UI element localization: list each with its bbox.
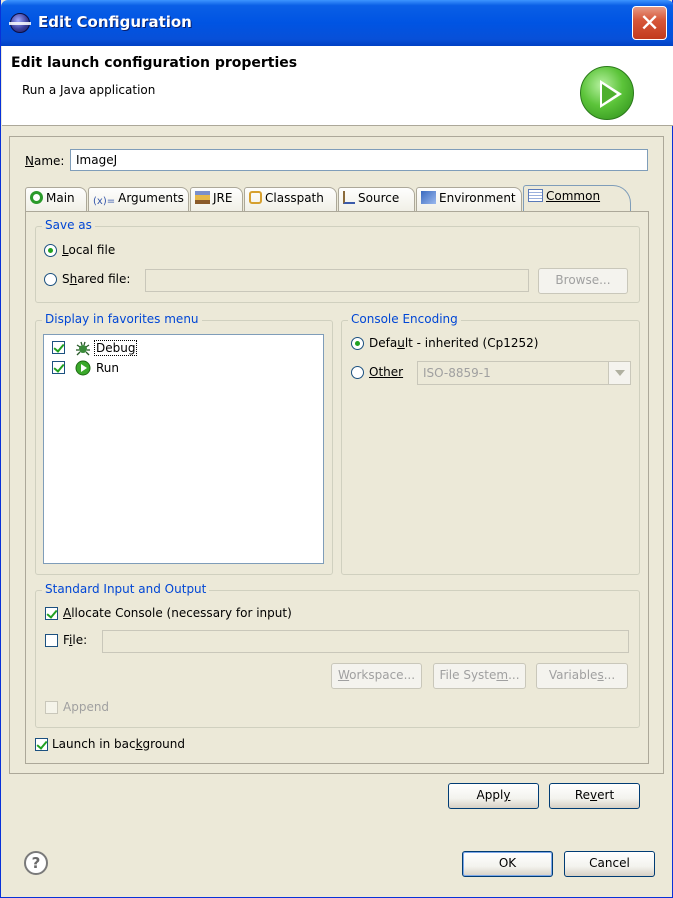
apply-button[interactable]: Apply — [448, 783, 539, 809]
tab-bar: Main (x)= Arguments JRE Classpath Source … — [25, 185, 649, 212]
default-encoding-radio[interactable] — [351, 337, 364, 350]
close-icon: ✕ — [639, 9, 660, 37]
debug-icon — [75, 340, 90, 356]
std-io-title: Standard Input and Output — [42, 582, 210, 596]
run-icon — [75, 360, 91, 376]
file-checkbox[interactable] — [45, 634, 58, 647]
default-encoding-label[interactable]: Default - inherited (Cp1252) — [369, 336, 538, 350]
local-file-radio[interactable] — [44, 244, 57, 257]
file-label[interactable]: File: — [63, 633, 87, 647]
browse-button[interactable]: Browse... — [538, 268, 628, 294]
variables-button[interactable]: Variables... — [536, 663, 628, 689]
run-checkbox[interactable] — [52, 361, 65, 374]
run-launch-icon — [580, 66, 634, 120]
edit-configuration-dialog: Edit Configuration ✕ Edit launch configu… — [0, 0, 673, 898]
cancel-button[interactable]: Cancel — [564, 851, 655, 877]
file-input[interactable] — [102, 630, 629, 653]
jre-icon — [195, 191, 210, 204]
debug-label[interactable]: Debug — [94, 340, 138, 356]
other-encoding-select[interactable] — [417, 361, 631, 385]
name-label: Name: — [25, 154, 65, 168]
ok-button[interactable]: OK — [462, 851, 553, 877]
file-system-button[interactable]: File System... — [433, 663, 526, 689]
shared-file-radio[interactable] — [44, 273, 57, 286]
append-checkbox[interactable] — [45, 701, 58, 714]
workspace-button[interactable]: Workspace... — [331, 663, 422, 689]
source-icon — [343, 191, 355, 204]
launch-background-checkbox[interactable] — [35, 738, 48, 751]
tab-jre[interactable]: JRE — [190, 187, 243, 212]
allocate-console-checkbox[interactable] — [45, 607, 58, 620]
tab-environment[interactable]: Environment — [416, 187, 522, 212]
chevron-down-icon[interactable] — [608, 362, 630, 384]
help-icon[interactable]: ? — [24, 851, 48, 875]
local-file-label[interactable]: Local file — [62, 243, 115, 257]
tab-arguments[interactable]: (x)= Arguments — [88, 187, 189, 212]
header-title: Edit launch configuration properties — [11, 55, 298, 71]
launch-background-label[interactable]: Launch in background — [52, 737, 185, 751]
name-input[interactable] — [70, 149, 648, 171]
arguments-icon: (x)= — [93, 196, 116, 207]
window-title: Edit Configuration — [38, 13, 192, 31]
title-bar[interactable]: Edit Configuration ✕ — [1, 0, 673, 46]
classpath-icon — [249, 191, 262, 204]
main-tab-icon — [30, 191, 43, 204]
tab-main[interactable]: Main — [25, 187, 87, 212]
dialog-header: Edit launch configuration properties Run… — [2, 46, 673, 126]
console-encoding-group: Console Encoding — [341, 312, 640, 575]
run-label[interactable]: Run — [96, 361, 119, 375]
allocate-console-label[interactable]: Allocate Console (necessary for input) — [63, 606, 292, 620]
favorites-title: Display in favorites menu — [42, 312, 202, 326]
environment-icon — [421, 191, 436, 204]
console-encoding-title: Console Encoding — [348, 312, 461, 326]
other-encoding-label[interactable]: Other — [369, 365, 403, 379]
common-icon — [528, 189, 543, 202]
header-subtitle: Run a Java application — [22, 83, 156, 97]
tab-classpath[interactable]: Classpath — [244, 187, 337, 212]
append-label[interactable]: Append — [63, 700, 109, 714]
other-encoding-radio[interactable] — [351, 366, 364, 379]
tab-common[interactable]: Common — [523, 185, 631, 212]
save-as-title: Save as — [42, 218, 95, 232]
shared-file-label[interactable]: Shared file: — [62, 272, 130, 286]
revert-button[interactable]: Revert — [549, 783, 640, 809]
shared-file-input[interactable] — [145, 269, 529, 292]
close-button[interactable]: ✕ — [632, 6, 667, 40]
eclipse-icon — [9, 13, 31, 33]
tab-source[interactable]: Source — [338, 187, 415, 212]
debug-checkbox[interactable] — [52, 341, 65, 354]
